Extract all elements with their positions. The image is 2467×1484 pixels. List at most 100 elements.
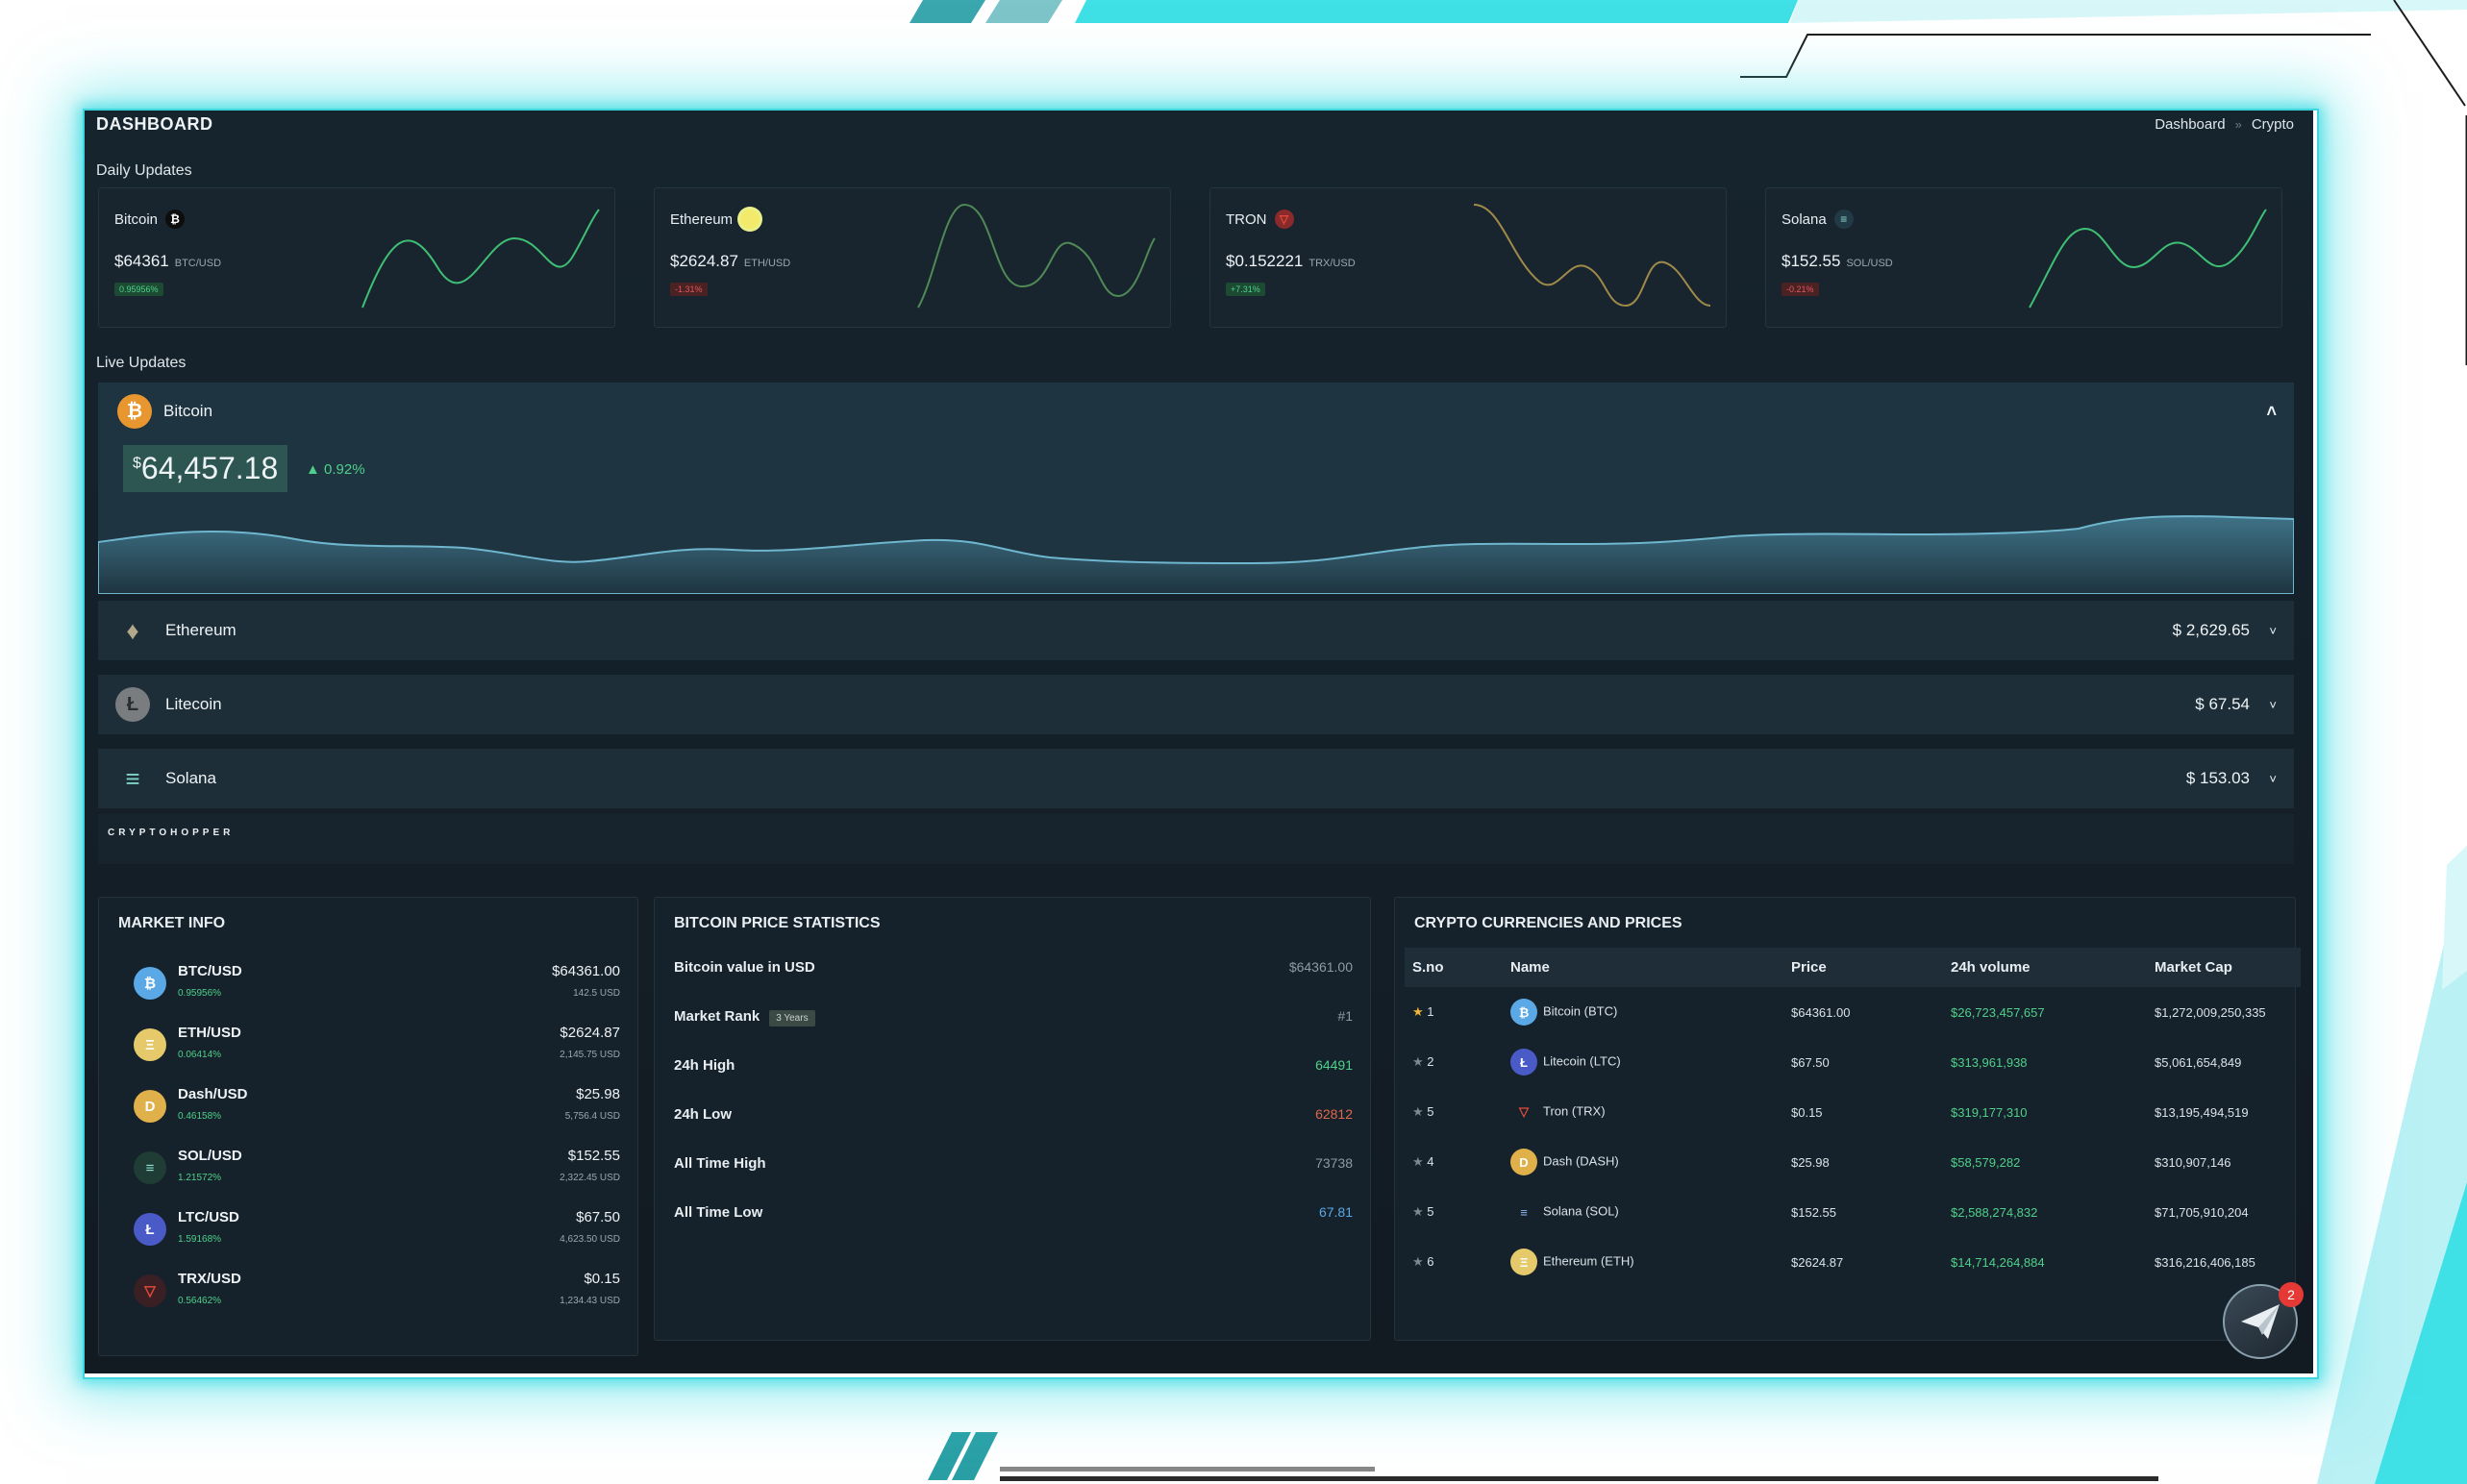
card-change-badge: -0.21%: [1782, 283, 1819, 296]
live-row-name: Ethereum: [165, 621, 237, 639]
table-row[interactable]: ★ 5 ≡ Solana (SOL) $152.55 $2,588,274,832…: [1405, 1187, 2301, 1237]
card-change-badge: +7.31%: [1226, 283, 1265, 296]
card-price: $152.55: [1782, 252, 1841, 270]
bitcoin-icon: ₿: [134, 967, 166, 1000]
daily-updates-label: Daily Updates: [96, 162, 192, 179]
live-price-value: 64,457.18: [140, 451, 279, 485]
live-panel-bitcoin[interactable]: ₿ Bitcoin ˄ $64,457.18 ▲ 0.92%: [98, 383, 2294, 594]
market-info-item[interactable]: ₿ BTC/USD 0.95956% $64361.00 142.5 USD: [99, 953, 637, 1015]
solana-icon: ≡: [1833, 210, 1854, 229]
chevron-down-icon[interactable]: ˅: [2269, 772, 2277, 786]
breadcrumb-dashboard[interactable]: Dashboard: [2155, 116, 2225, 133]
tron-icon: ▽: [134, 1274, 166, 1307]
solana-icon: ≡: [125, 763, 140, 793]
live-row-name: Litecoin: [165, 695, 222, 713]
market-info-item[interactable]: Ξ ETH/USD 0.06414% $2624.87 2,145.75 USD: [99, 1015, 637, 1076]
litecoin-icon: Ł: [1510, 1049, 1537, 1076]
table-row[interactable]: ★ 1 ₿ Bitcoin (BTC) $64361.00 $26,723,457…: [1405, 987, 2301, 1037]
daily-card-bitcoin[interactable]: Bitcoin ₿ $64361 BTC/USD 0.95956%: [98, 187, 615, 328]
live-change-value: 0.92%: [324, 461, 365, 478]
cryptohopper-widget: CRYPTOHOPPER: [98, 814, 2294, 864]
card-change-badge: 0.95956%: [114, 283, 163, 296]
stat-row: Market Rank 3 Years #1: [674, 1008, 1353, 1026]
widget-brand-logo[interactable]: CRYPTOHOPPER: [108, 828, 234, 838]
card-pair: ETH/USD: [743, 258, 791, 269]
ethereum-icon: Ξ: [1510, 1249, 1537, 1275]
card-coin-name: Ethereum: [670, 210, 734, 228]
star-icon[interactable]: ★: [1412, 1254, 1424, 1269]
ethereum-icon: ●: [740, 210, 760, 229]
market-info-item[interactable]: ▽ TRX/USD 0.56462% $0.15 1,234.43 USD: [99, 1261, 637, 1323]
column-header[interactable]: 24h volume: [1943, 948, 2147, 987]
card-pair: SOL/USD: [1846, 258, 1893, 269]
crypto-table-title: CRYPTO CURRENCIES AND PRICES: [1414, 915, 1682, 931]
breadcrumb-separator: »: [2234, 117, 2242, 132]
star-icon[interactable]: ★: [1412, 1154, 1424, 1169]
notification-badge: 2: [2279, 1282, 2304, 1307]
card-coin-name: Bitcoin: [114, 210, 159, 228]
card-change-badge: -1.31%: [670, 283, 708, 296]
stat-row: All Time Low 67.81: [674, 1204, 1353, 1221]
stat-row: All Time High 73738: [674, 1155, 1353, 1172]
crypto-prices-panel: CRYPTO CURRENCIES AND PRICES S.no Name P…: [1394, 897, 2301, 1341]
card-price: $64361: [114, 252, 169, 270]
table-header-row: S.no Name Price 24h volume Market Cap: [1405, 948, 2301, 987]
sparkline-chart: [361, 209, 600, 309]
star-icon[interactable]: ★: [1412, 1204, 1424, 1219]
crypto-table: S.no Name Price 24h volume Market Cap ★ …: [1405, 948, 2301, 1287]
market-info-item[interactable]: Ł LTC/USD 1.59168% $67.50 4,623.50 USD: [99, 1200, 637, 1261]
litecoin-icon: Ł: [134, 1213, 166, 1246]
currency-symbol: $: [133, 455, 141, 472]
column-header[interactable]: Market Cap: [2147, 948, 2301, 987]
bitcoin-stats-panel: BITCOIN PRICE STATISTICS Bitcoin value i…: [654, 897, 1371, 1341]
card-pair: TRX/USD: [1308, 258, 1356, 269]
market-info-item[interactable]: ≡ SOL/USD 1.21572% $152.55 2,322.45 USD: [99, 1138, 637, 1200]
chevron-down-icon[interactable]: ˅: [2269, 698, 2277, 712]
sparkline-chart: [2029, 209, 2267, 309]
chevron-down-icon[interactable]: ˅: [2269, 624, 2277, 638]
live-updates-label: Live Updates: [96, 355, 187, 371]
column-header[interactable]: Name: [1503, 948, 1783, 987]
live-coin-name: Bitcoin: [163, 402, 213, 420]
daily-card-solana[interactable]: Solana ≡ $152.55 SOL/USD -0.21%: [1765, 187, 2282, 328]
sparkline-chart: [917, 203, 1156, 309]
table-row[interactable]: ★ 4 D Dash (DASH) $25.98 $58,579,282 $310…: [1405, 1137, 2301, 1187]
breadcrumb: Dashboard » Crypto: [2155, 116, 2294, 133]
tron-icon: ▽: [1274, 210, 1294, 229]
bitcoin-icon: ₿: [117, 394, 152, 429]
table-row[interactable]: ★ 5 ▽ Tron (TRX) $0.15 $319,177,310 $13,1…: [1405, 1087, 2301, 1137]
dash-icon: D: [134, 1090, 166, 1123]
ethereum-icon: Ξ: [134, 1028, 166, 1061]
column-header[interactable]: S.no: [1405, 948, 1503, 987]
market-info-panel: MARKET INFO ₿ BTC/USD 0.95956% $64361.00 142…: [98, 897, 638, 1356]
dashboard-panel: DASHBOARD Dashboard » Crypto Daily Updat…: [85, 111, 2313, 1373]
paper-plane-icon: [2241, 1304, 2280, 1339]
market-info-item[interactable]: D Dash/USD 0.46158% $25.98 5,756.4 USD: [99, 1076, 637, 1138]
card-pair: BTC/USD: [174, 258, 222, 269]
card-price: $2624.87: [670, 252, 738, 270]
bitcoin-icon: ₿: [165, 210, 186, 229]
tron-icon: ▽: [1519, 1104, 1529, 1119]
card-coin-name: TRON: [1226, 210, 1267, 228]
ethereum-icon: ♦: [126, 615, 139, 645]
live-row-ethereum[interactable]: ♦ Ethereum $ 2,629.65 ˅: [98, 601, 2294, 660]
live-row-litecoin[interactable]: Ł Litecoin $ 67.54 ˅: [98, 675, 2294, 734]
star-icon[interactable]: ★: [1412, 1054, 1424, 1069]
live-row-solana[interactable]: ≡ Solana $ 153.03 ˅: [98, 749, 2294, 808]
column-header[interactable]: Price: [1783, 948, 1943, 987]
chevron-up-icon[interactable]: ˄: [2266, 402, 2277, 422]
daily-card-tron[interactable]: TRON ▽ $0.152221 TRX/USD +7.31%: [1209, 187, 1727, 328]
live-area-chart: [98, 515, 2294, 594]
market-info-title: MARKET INFO: [118, 915, 226, 931]
daily-card-ethereum[interactable]: Ethereum ● $2624.87 ETH/USD -1.31%: [654, 187, 1171, 328]
live-row-value: $ 67.54: [2195, 695, 2250, 713]
breadcrumb-crypto: Crypto: [2251, 116, 2294, 133]
table-row[interactable]: ★ 2 Ł Litecoin (LTC) $67.50 $313,961,938 …: [1405, 1037, 2301, 1087]
live-row-name: Solana: [165, 769, 216, 787]
star-icon[interactable]: ★: [1412, 1104, 1424, 1119]
star-icon[interactable]: ★: [1412, 1004, 1424, 1019]
live-change: ▲ 0.92%: [306, 461, 365, 478]
card-coin-name: Solana: [1782, 210, 1827, 228]
table-row[interactable]: ★ 6 Ξ Ethereum (ETH) $2624.87 $14,714,264…: [1405, 1237, 2301, 1287]
stat-row: 24h Low 62812: [674, 1106, 1353, 1123]
